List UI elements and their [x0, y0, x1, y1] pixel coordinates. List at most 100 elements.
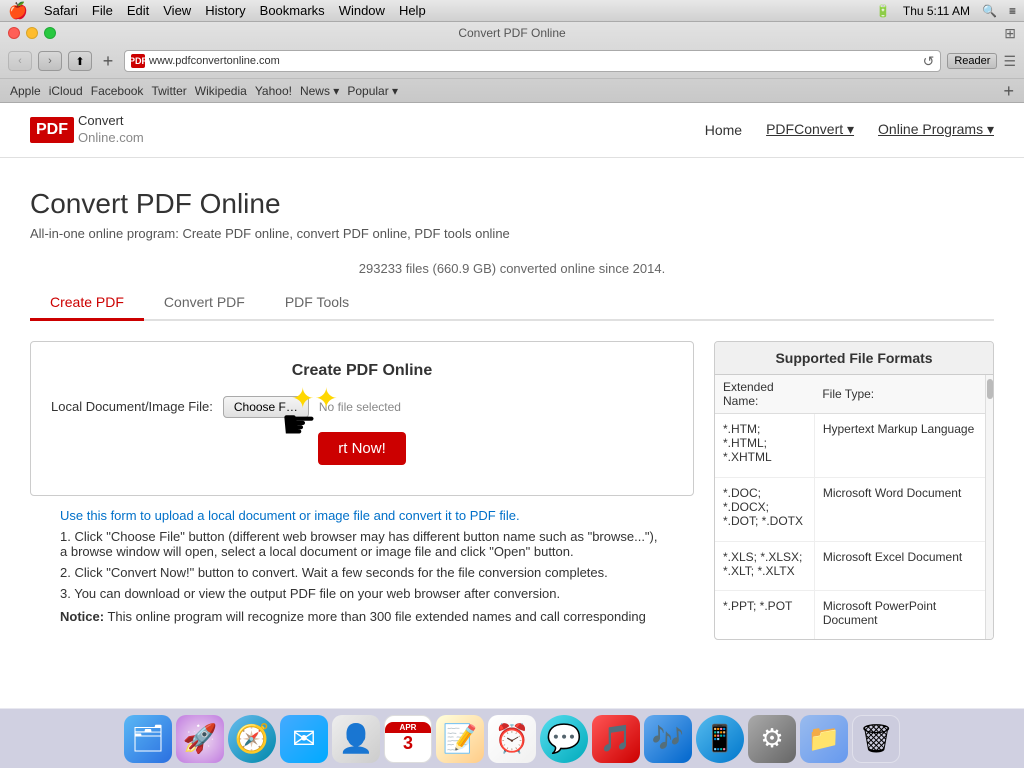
traffic-lights	[8, 27, 56, 39]
menubar: 🍎 Safari File Edit View History Bookmark…	[0, 0, 1024, 22]
formats-table: Extended Name: File Type: *.HTM; *.HTML;…	[715, 375, 985, 639]
resize-button[interactable]: ⊞	[1004, 25, 1016, 42]
main-section: Create PDF Online ✦✦ ☛ Local Document/Im…	[0, 321, 1024, 660]
ext-ppt: *.PPT; *.POT	[715, 590, 814, 638]
dock-finder[interactable]: 🗂	[124, 715, 172, 763]
col-type: File Type:	[814, 375, 985, 414]
battery-icon: 🔋	[876, 4, 891, 18]
ext-doc: *.DOC; *.DOCX;*.DOT; *.DOTX	[715, 477, 814, 541]
instructions-step2: 2. Click "Convert Now!" button to conver…	[60, 565, 664, 580]
site-nav-links: Home PDFConvert ▾ Online Programs ▾	[705, 121, 994, 138]
ext-xls: *.XLS; *.XLSX;*.XLT; *.XLTX	[715, 542, 814, 591]
type-xls: Microsoft Excel Document	[814, 542, 985, 591]
bookmarks-bar: Apple iCloud Facebook Twitter Wikipedia …	[0, 78, 1024, 102]
menu-list-icon[interactable]: ≡	[1009, 4, 1016, 18]
window-title: Convert PDF Online	[458, 26, 565, 40]
dock-contacts[interactable]: 👤	[332, 715, 380, 763]
apple-menu[interactable]: 🍎	[8, 1, 28, 21]
instructions-intro: Use this form to upload a local document…	[60, 508, 664, 523]
close-button[interactable]	[8, 27, 20, 39]
reader-button[interactable]: Reader	[947, 53, 997, 69]
stats: 293233 files (660.9 GB) converted online…	[0, 261, 1024, 276]
type-ppt: Microsoft PowerPoint Document	[814, 590, 985, 638]
bookmark-yahoo[interactable]: Yahoo!	[255, 84, 292, 98]
file-label: Local Document/Image File:	[51, 399, 213, 414]
form-title: Create PDF Online	[51, 362, 673, 380]
minimize-button[interactable]	[26, 27, 38, 39]
form-area: Create PDF Online ✦✦ ☛ Local Document/Im…	[30, 341, 694, 640]
dock-reminders[interactable]: ⏰	[488, 715, 536, 763]
type-html: Hypertext Markup Language	[814, 413, 985, 477]
bookmark-apple[interactable]: Apple	[10, 84, 41, 98]
formats-area: Supported File Formats Extended Name: Fi…	[714, 341, 994, 640]
bookmark-popular[interactable]: Popular ▾	[347, 84, 398, 98]
browser-chrome: Convert PDF Online ⊞ ‹ › ⬆ + PDF www.pdf…	[0, 22, 1024, 103]
tabs-area: Create PDF Convert PDF PDF Tools	[0, 286, 1024, 321]
page-title: Convert PDF Online	[30, 188, 994, 220]
menu-bookmarks[interactable]: Bookmarks	[260, 3, 325, 18]
choose-file-button[interactable]: Choose F…	[223, 396, 309, 418]
menu-file[interactable]: File	[92, 3, 113, 18]
file-input-row: Local Document/Image File: Choose F… No …	[51, 396, 673, 418]
scroll-thumb[interactable]	[987, 379, 993, 399]
forward-button[interactable]: ›	[38, 51, 62, 71]
bookmark-twitter[interactable]: Twitter	[151, 84, 186, 98]
dock-finder2[interactable]: 📁	[800, 715, 848, 763]
dock-appstore[interactable]: 📱	[696, 715, 744, 763]
address-bar[interactable]: PDF www.pdfconvertonline.com ↺	[124, 50, 941, 72]
convert-now-button[interactable]: rt Now!	[318, 432, 406, 465]
bookmark-facebook[interactable]: Facebook	[91, 84, 144, 98]
add-bookmark-button[interactable]: +	[1003, 82, 1014, 100]
back-button[interactable]: ‹	[8, 51, 32, 71]
maximize-button[interactable]	[44, 27, 56, 39]
menu-view[interactable]: View	[163, 3, 191, 18]
nav-online-programs[interactable]: Online Programs ▾	[878, 121, 994, 138]
bookmark-news[interactable]: News ▾	[300, 84, 339, 98]
nav-home[interactable]: Home	[705, 122, 742, 138]
instructions-notice: Notice: This online program will recogni…	[60, 609, 664, 624]
nav-pdfconvert[interactable]: PDFConvert ▾	[766, 121, 854, 138]
menu-edit[interactable]: Edit	[127, 3, 149, 18]
bookmark-icloud[interactable]: iCloud	[49, 84, 83, 98]
sidebar-button[interactable]: ☰	[1003, 53, 1016, 70]
dock-messages[interactable]: 💬	[540, 715, 588, 763]
dock-trash[interactable]: 🗑	[852, 715, 900, 763]
logo: PDF Convert Online.com	[30, 113, 144, 147]
address-text: www.pdfconvertonline.com	[149, 55, 919, 67]
favicon: PDF	[131, 54, 145, 68]
scrollbar[interactable]	[985, 375, 993, 639]
dock-itunes[interactable]: 🎵	[592, 715, 640, 763]
dock-safari[interactable]: 🧭	[228, 715, 276, 763]
share-button[interactable]: ⬆	[68, 51, 92, 71]
logo-pdf: PDF	[30, 117, 74, 143]
new-tab-button[interactable]: +	[98, 51, 118, 71]
dock: 🗂 🚀 🧭 ✉ 👤 APR 3 📝 ⏰ 💬 🎵 🎶 📱 ⚙ 📁 🗑	[0, 708, 1024, 768]
page-subtitle: All-in-one online program: Create PDF on…	[30, 226, 994, 241]
create-pdf-form: Create PDF Online ✦✦ ☛ Local Document/Im…	[30, 341, 694, 496]
site-nav: PDF Convert Online.com Home PDFConvert ▾…	[0, 103, 1024, 158]
menu-window[interactable]: Window	[339, 3, 385, 18]
col-ext: Extended Name:	[715, 375, 814, 414]
tab-create-pdf[interactable]: Create PDF	[30, 286, 144, 321]
tab-pdf-tools[interactable]: PDF Tools	[265, 286, 369, 321]
bookmark-wikipedia[interactable]: Wikipedia	[195, 84, 247, 98]
menu-history[interactable]: History	[205, 3, 245, 18]
dock-launchpad[interactable]: 🚀	[176, 715, 224, 763]
reload-button[interactable]: ↺	[923, 53, 935, 70]
menu-safari[interactable]: Safari	[44, 3, 78, 18]
dock-music[interactable]: 🎶	[644, 715, 692, 763]
search-icon[interactable]: 🔍	[982, 4, 997, 18]
menu-help[interactable]: Help	[399, 3, 426, 18]
ext-html: *.HTM; *.HTML;*.XHTML	[715, 413, 814, 477]
tab-convert-pdf[interactable]: Convert PDF	[144, 286, 265, 321]
instructions: Use this form to upload a local document…	[30, 508, 694, 640]
dock-systemprefs[interactable]: ⚙	[748, 715, 796, 763]
clock: Thu 5:11 AM	[903, 4, 970, 18]
dock-mail[interactable]: ✉	[280, 715, 328, 763]
instructions-step3: 3. You can download or view the output P…	[60, 586, 664, 601]
dock-calendar[interactable]: APR 3	[384, 715, 432, 763]
browser-titlebar: Convert PDF Online ⊞	[0, 22, 1024, 44]
formats-title: Supported File Formats	[715, 342, 993, 375]
dock-notes[interactable]: 📝	[436, 715, 484, 763]
table-row: *.XLS; *.XLSX;*.XLT; *.XLTX Microsoft Ex…	[715, 542, 985, 591]
